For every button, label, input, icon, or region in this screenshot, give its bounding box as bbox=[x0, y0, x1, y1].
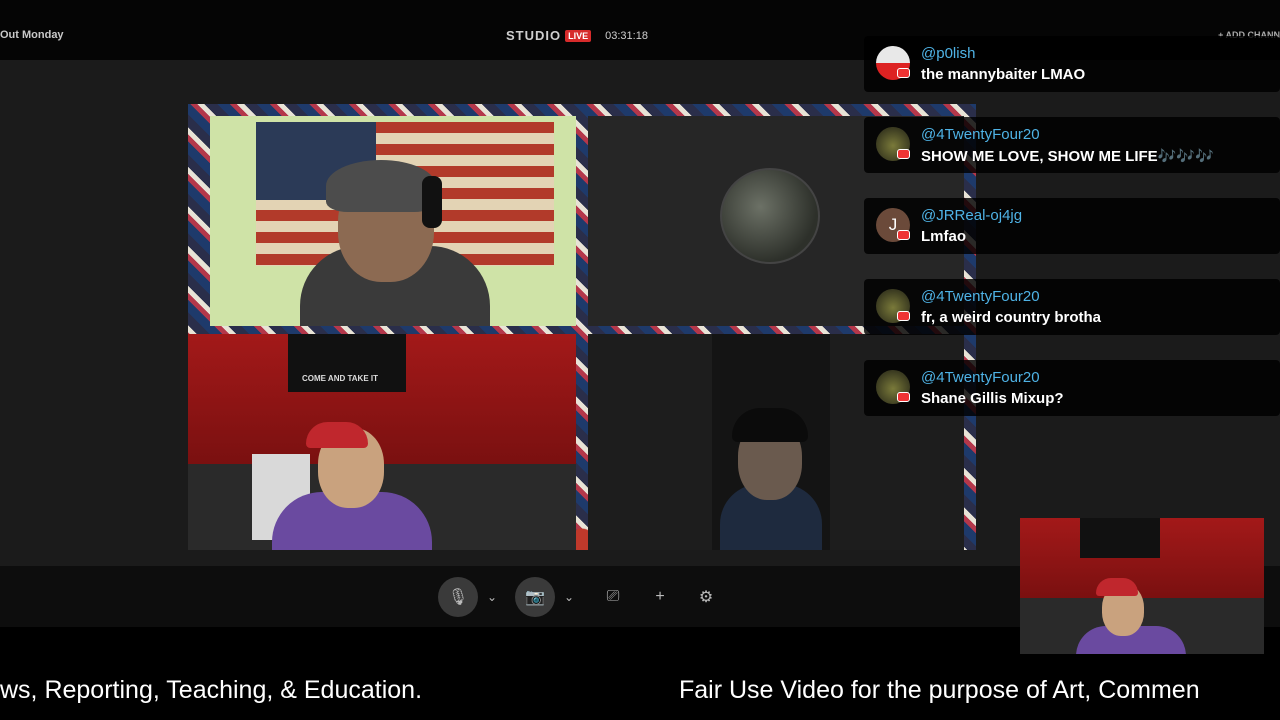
chat-text: the mannybaiter LMAO bbox=[921, 66, 1086, 83]
chat-username: @p0lish bbox=[921, 45, 976, 62]
youtube-icon bbox=[897, 68, 910, 78]
chat-text: SHOW ME LOVE, SHOW ME LIFE🎶🎶🎶 bbox=[921, 148, 1214, 165]
chat-message: @p0lish the mannybaiter LMAO bbox=[864, 36, 1280, 92]
chat-message: @4TwentyFour20 Shane Gillis Mixup? bbox=[864, 360, 1280, 416]
chat-username: @4TwentyFour20 bbox=[921, 288, 1040, 305]
participant-avatar bbox=[720, 168, 820, 264]
live-badge: LIVE bbox=[565, 29, 592, 42]
youtube-icon bbox=[897, 311, 910, 321]
gear-icon[interactable]: ⚙ bbox=[686, 577, 726, 617]
participant-tile-3[interactable]: COME AND TAKE IT bbox=[188, 334, 576, 550]
self-view-camera[interactable] bbox=[1020, 518, 1264, 654]
chat-text: Lmfao bbox=[921, 228, 966, 245]
ticker-text-left: ws, Reporting, Teaching, & Education. bbox=[0, 676, 423, 704]
chat-text: Shane Gillis Mixup? bbox=[921, 390, 1064, 407]
stream-timer: 03:31:18 bbox=[605, 29, 648, 42]
studio-status: STUDIO LIVE 03:31:18 bbox=[506, 28, 648, 43]
chat-message: J @JRReal-oj4jg Lmfao bbox=[864, 198, 1280, 254]
video-grid: COME AND TAKE IT bbox=[188, 104, 976, 550]
screen-share-icon[interactable]: ⎚ bbox=[593, 577, 633, 617]
chat-username: @JRReal-oj4jg bbox=[921, 207, 1023, 224]
studio-logo: STUDIO bbox=[506, 28, 562, 43]
microphone-icon[interactable]: 🎙 bbox=[438, 577, 478, 617]
participant-camera-feed bbox=[712, 334, 830, 550]
chat-message: @4TwentyFour20 SHOW ME LOVE, SHOW ME LIF… bbox=[864, 117, 1280, 173]
youtube-icon bbox=[897, 230, 910, 240]
camera-options-chevron-icon[interactable]: ⌄ bbox=[559, 577, 579, 617]
youtube-icon bbox=[897, 392, 910, 402]
chat-username: @4TwentyFour20 bbox=[921, 126, 1040, 143]
chat-message: @4TwentyFour20 fr, a weird country broth… bbox=[864, 279, 1280, 335]
ticker-text-right: Fair Use Video for the purpose of Art, C… bbox=[679, 676, 1200, 704]
chat-text: fr, a weird country brotha bbox=[921, 309, 1102, 326]
plus-icon[interactable]: + bbox=[640, 577, 680, 617]
youtube-icon bbox=[897, 149, 910, 159]
news-ticker: ws, Reporting, Teaching, & Education. Fa… bbox=[0, 676, 1280, 716]
participant-tile-1[interactable] bbox=[210, 116, 576, 326]
chat-username: @4TwentyFour20 bbox=[921, 369, 1040, 386]
broadcast-title: Out Monday bbox=[0, 29, 64, 41]
video-camera-icon[interactable]: 📷 bbox=[515, 577, 555, 617]
wall-banner: COME AND TAKE IT bbox=[288, 334, 406, 392]
mic-options-chevron-icon[interactable]: ⌄ bbox=[482, 577, 502, 617]
headset-icon bbox=[422, 176, 442, 228]
